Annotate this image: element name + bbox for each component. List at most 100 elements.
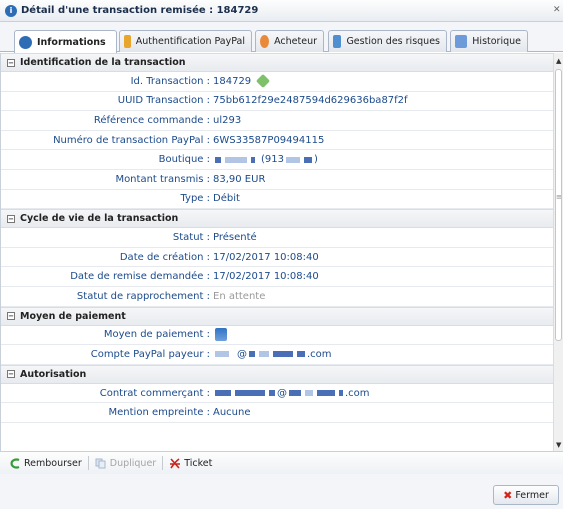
tab-gestion-des-risques[interactable]: Gestion des risques [328, 30, 447, 52]
field-value: Aucune [213, 407, 251, 419]
tab-bar: Informations Authentification PayPal Ach… [0, 22, 563, 53]
field-label: Numéro de transaction PayPal : [53, 134, 210, 146]
row-uuid: UUID Transaction : 75bb612f29e2487594d62… [1, 92, 553, 112]
scroll-down-icon[interactable]: ▼ [556, 441, 561, 449]
field-value [213, 328, 227, 342]
redacted-text [289, 390, 301, 397]
tab-authentification-paypal[interactable]: Authentification PayPal [119, 30, 252, 52]
details-panel[interactable]: − Identification de la transaction Id. T… [0, 53, 553, 451]
redacted-text [286, 156, 300, 163]
button-label: Rembourser [24, 457, 82, 469]
tab-historique[interactable]: Historique [450, 30, 528, 52]
tab-label: Informations [37, 36, 106, 48]
collapse-icon[interactable]: − [7, 58, 15, 67]
tab-label: Gestion des risques [346, 36, 440, 47]
edit-icon[interactable] [256, 74, 271, 89]
redacted-text [215, 351, 229, 358]
dialog-footer: ✖ Fermer [0, 474, 563, 509]
duplicate-icon [95, 458, 106, 468]
scrollbar-thumb[interactable] [555, 69, 562, 341]
redacted-text [235, 390, 265, 397]
info-icon: i [5, 4, 17, 17]
row-statut-rapprochement: Statut de rapprochement : En attente [1, 287, 553, 307]
pdf-icon [170, 457, 181, 469]
redacted-text [339, 390, 343, 397]
redacted-text [225, 156, 247, 163]
redacted-text [273, 351, 293, 358]
redacted-text [305, 390, 313, 397]
field-label: Montant transmis : [115, 173, 210, 185]
button-label: Dupliquer [109, 457, 157, 469]
rembourser-button[interactable]: Rembourser [6, 458, 85, 469]
field-value: 17/02/2017 10:08:40 [213, 271, 319, 283]
row-montant: Montant transmis : 83,90 EUR [1, 170, 553, 190]
section-identification[interactable]: − Identification de la transaction [1, 53, 553, 72]
row-reference: Référence commande : ul293 [1, 111, 553, 131]
field-label: Référence commande : [93, 114, 210, 126]
field-label: Date de création : [119, 251, 210, 263]
row-date-creation: Date de création : 17/02/2017 10:08:40 [1, 248, 553, 268]
row-contrat-commercant: Contrat commerçant : @ .com [1, 384, 553, 404]
field-label: Moyen de paiement : [103, 329, 210, 341]
tab-informations[interactable]: Informations [14, 30, 117, 53]
field-label: Statut : [172, 231, 210, 243]
window-titlebar: i Détail d'une transaction remisée : 184… [0, 0, 563, 22]
collapse-icon[interactable]: − [7, 214, 15, 223]
tab-acheteur[interactable]: Acheteur [255, 30, 324, 52]
field-value: @ .com [213, 349, 332, 360]
document-icon [455, 35, 468, 48]
field-value: 75bb612f29e2487594d629636ba87f2f [213, 95, 408, 107]
tab-label: Historique [472, 36, 521, 47]
redacted-text [269, 390, 275, 397]
collapse-icon[interactable]: − [7, 370, 15, 379]
section-title: Cycle de vie de la transaction [20, 213, 179, 225]
row-compte-paypal: Compte PayPal payeur : @ .com [1, 345, 553, 365]
field-label: Statut de rapprochement : [76, 290, 210, 302]
tab-label: Authentification PayPal [135, 36, 245, 47]
tab-label: Acheteur [274, 36, 317, 47]
row-id-transaction: Id. Transaction : 184729 [1, 72, 553, 92]
close-icon[interactable]: ✕ [553, 5, 561, 17]
button-label: Ticket [184, 457, 213, 469]
field-value: 17/02/2017 10:08:40 [213, 251, 319, 263]
section-title: Autorisation [20, 368, 87, 380]
field-value: Présenté [213, 231, 257, 243]
redacted-text [215, 390, 231, 397]
ticket-button[interactable]: Ticket [166, 458, 215, 469]
field-value: @ .com [213, 388, 370, 399]
field-value: 184729 [213, 74, 271, 89]
redacted-text [297, 351, 305, 358]
section-moyen-de-paiement[interactable]: − Moyen de paiement [1, 306, 553, 326]
row-moyen-paiement: Moyen de paiement : [1, 326, 553, 346]
redacted-text [304, 156, 312, 163]
field-label: Date de remise demandée : [70, 271, 210, 283]
scroll-up-icon[interactable]: ▲ [556, 57, 561, 65]
field-value: ul293 [213, 114, 242, 126]
row-boutique: Boutique : (913 ) [1, 150, 553, 170]
field-label: Boutique : [158, 154, 210, 166]
section-autorisation[interactable]: − Autorisation [1, 364, 553, 384]
grip-icon: ≡ [556, 193, 562, 201]
field-value: En attente [213, 290, 266, 302]
collapse-icon[interactable]: − [7, 312, 15, 321]
paypal-card-icon [215, 328, 227, 342]
dupliquer-button[interactable]: Dupliquer [92, 458, 159, 469]
chart-icon [333, 35, 342, 48]
row-mention-empreinte: Mention empreinte : Aucune [1, 403, 553, 423]
row-paypal-transaction: Numéro de transaction PayPal : 6WS33587P… [1, 131, 553, 151]
field-value: Débit [213, 193, 240, 205]
vertical-scrollbar[interactable]: ▲ ≡ ▼ [553, 53, 563, 451]
section-cycle-de-vie[interactable]: − Cycle de vie de la transaction [1, 209, 553, 229]
redacted-text [317, 390, 335, 397]
person-icon [260, 35, 270, 48]
fermer-button[interactable]: ✖ Fermer [493, 485, 559, 505]
toolbar-divider [162, 456, 164, 470]
field-value: 83,90 EUR [213, 173, 266, 185]
field-label: Compte PayPal payeur : [90, 348, 210, 360]
field-value: (913 ) [213, 154, 318, 165]
toolbar-divider [87, 456, 89, 470]
field-label: Mention empreinte : [108, 407, 210, 419]
info-icon [19, 35, 32, 49]
window-title: Détail d'une transaction remisée : 18472… [21, 5, 259, 16]
close-x-icon: ✖ [503, 488, 513, 502]
